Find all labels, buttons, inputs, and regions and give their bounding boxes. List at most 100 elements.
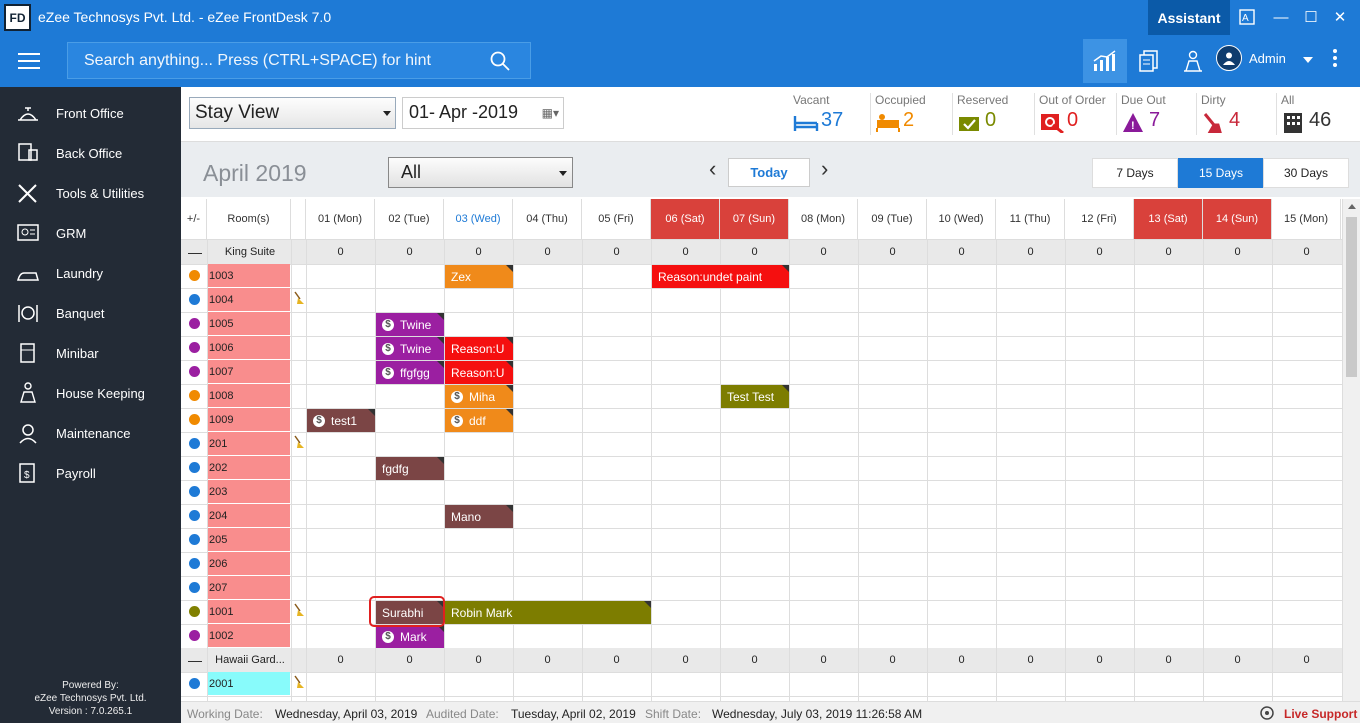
stat-dirty[interactable]: Dirty 4	[1197, 93, 1277, 135]
maximize-button[interactable]: ☐	[1298, 6, 1324, 28]
user-menu[interactable]: Admin	[1216, 45, 1313, 71]
day-header[interactable]: 11 (Thu)	[996, 199, 1065, 239]
room-number[interactable]: 1003	[207, 264, 290, 287]
day-header[interactable]: 01 (Mon)	[306, 199, 375, 239]
search-icon[interactable]	[490, 51, 510, 76]
more-options-icon[interactable]	[1333, 49, 1339, 70]
room-number[interactable]: 1004	[207, 288, 290, 311]
day-header[interactable]: 12 (Fri)	[1065, 199, 1134, 239]
room-number[interactable]: 1009	[207, 408, 290, 431]
room-number[interactable]: 206	[207, 552, 290, 575]
day-header[interactable]: 06 (Sat)	[651, 199, 720, 239]
booking-block[interactable]: fgdfg	[376, 457, 444, 480]
range-15-days-button[interactable]: 15 Days	[1178, 158, 1264, 188]
day-header[interactable]: 02 (Tue)	[375, 199, 444, 239]
booking-block[interactable]: $ Twine	[376, 337, 444, 360]
documents-icon[interactable]	[1127, 39, 1171, 83]
room-number[interactable]: 1001	[207, 600, 290, 623]
booking-block[interactable]: Reason:U	[445, 361, 513, 384]
room-number[interactable]: 204	[207, 504, 290, 527]
translate-icon[interactable]: A	[1234, 6, 1260, 28]
room-number[interactable]: 1007	[207, 360, 290, 383]
room-number[interactable]: 202	[207, 456, 290, 479]
stat-occupied[interactable]: Occupied 2	[871, 93, 953, 135]
chevron-down-icon[interactable]	[1302, 51, 1313, 66]
date-picker[interactable]: 01- Apr -2019 ▦▾	[402, 97, 564, 129]
day-header[interactable]: 13 (Sat)	[1134, 199, 1203, 239]
booking-block[interactable]: $ ffgfgg	[376, 361, 444, 384]
scrollbar-thumb[interactable]	[1346, 217, 1357, 377]
sidebar-item-house-keeping[interactable]: House Keeping	[0, 375, 181, 411]
room-number[interactable]: 1008	[207, 384, 290, 407]
live-support-link[interactable]: Live Support	[1284, 707, 1357, 721]
booking-block[interactable]: $ ddf	[445, 409, 513, 432]
view-select[interactable]: Stay View	[189, 97, 396, 129]
scroll-up-icon[interactable]	[1348, 204, 1356, 209]
room-number[interactable]: 205	[207, 528, 290, 551]
sidebar-item-payroll[interactable]: $ Payroll	[0, 455, 181, 491]
hamburger-menu-icon[interactable]	[18, 53, 40, 69]
guest-name: Reason:U	[451, 341, 505, 356]
audited-date-label: Audited Date:	[426, 707, 499, 721]
stat-due-out[interactable]: Due Out! 7	[1117, 93, 1197, 135]
support-icon[interactable]	[1259, 705, 1275, 723]
sidebar-item-minibar[interactable]: Minibar	[0, 335, 181, 371]
housekeeping-staff-icon[interactable]	[1171, 39, 1215, 83]
range-30-days-button[interactable]: 30 Days	[1263, 158, 1349, 188]
toggle-column-header[interactable]: +/-	[181, 199, 207, 239]
booking-block[interactable]: Robin Mark	[445, 601, 651, 624]
room-number[interactable]: 201	[207, 432, 290, 455]
room-number[interactable]: 207	[207, 576, 290, 599]
search-input[interactable]: Search anything... Press (CTRL+SPACE) fo…	[67, 42, 531, 79]
next-arrow-icon[interactable]: ›	[821, 156, 828, 182]
booking-block[interactable]: Zex	[445, 265, 513, 288]
booking-block[interactable]: $ Mark	[376, 625, 444, 648]
close-button[interactable]: ✕	[1327, 6, 1353, 28]
booking-block[interactable]: $ Twine	[376, 313, 444, 336]
room-number[interactable]: 1002	[207, 624, 290, 647]
dashboard-chart-icon[interactable]	[1083, 39, 1127, 83]
sidebar-item-maintenance[interactable]: Maintenance	[0, 415, 181, 451]
day-header[interactable]: 09 (Tue)	[858, 199, 927, 239]
booking-block[interactable]: Reason:U	[445, 337, 513, 360]
range-7-days-button[interactable]: 7 Days	[1092, 158, 1178, 188]
sidebar-item-tools-utilities[interactable]: Tools & Utilities	[0, 175, 181, 211]
room-number[interactable]: 203	[207, 480, 290, 503]
sidebar-item-grm[interactable]: GRM	[0, 215, 181, 251]
room-number[interactable]: 1005	[207, 312, 290, 335]
tools-icon	[18, 184, 37, 203]
stat-out-of-order[interactable]: Out of Order 0	[1035, 93, 1117, 135]
day-header[interactable]: 08 (Mon)	[789, 199, 858, 239]
sidebar-item-laundry[interactable]: Laundry	[0, 255, 181, 291]
booking-block[interactable]: Mano	[445, 505, 513, 528]
assistant-button[interactable]: Assistant	[1148, 0, 1230, 35]
stat-reserved[interactable]: Reserved 0	[953, 93, 1035, 135]
booking-block[interactable]: $ test1	[307, 409, 375, 432]
day-header[interactable]: 14 (Sun)	[1203, 199, 1272, 239]
room-type-filter[interactable]: All	[388, 157, 573, 188]
sidebar-item-back-office[interactable]: Back Office	[0, 135, 181, 171]
day-header[interactable]: 05 (Fri)	[582, 199, 651, 239]
room-number[interactable]: 2001	[207, 672, 290, 695]
booking-block[interactable]: Reason:undet paint	[652, 265, 789, 288]
day-header[interactable]: 10 (Wed)	[927, 199, 996, 239]
guest-name: Test Test	[727, 389, 775, 404]
day-header[interactable]: 07 (Sun)	[720, 199, 789, 239]
calendar-icon[interactable]: ▦▾	[542, 106, 559, 120]
today-button[interactable]: Today	[728, 158, 810, 187]
booking-block[interactable]: $ Miha	[445, 385, 513, 408]
booking-block[interactable]: Test Test	[721, 385, 789, 408]
sidebar-item-front-office[interactable]: Front Office	[0, 95, 181, 131]
stat-all[interactable]: All 46	[1277, 93, 1337, 135]
collapse-icon[interactable]: —	[188, 244, 202, 260]
prev-arrow-icon[interactable]: ‹	[709, 156, 716, 182]
sidebar-item-banquet[interactable]: Banquet	[0, 295, 181, 331]
day-header[interactable]: 15 (Mon)	[1272, 199, 1341, 239]
stat-vacant[interactable]: Vacant 37	[789, 93, 871, 135]
day-header[interactable]: 03 (Wed)	[444, 199, 513, 239]
collapse-icon[interactable]: —	[188, 652, 202, 668]
day-header[interactable]: 04 (Thu)	[513, 199, 582, 239]
minimize-button[interactable]: —	[1268, 6, 1294, 28]
room-number[interactable]: 1006	[207, 336, 290, 359]
vertical-scrollbar[interactable]	[1342, 199, 1360, 701]
